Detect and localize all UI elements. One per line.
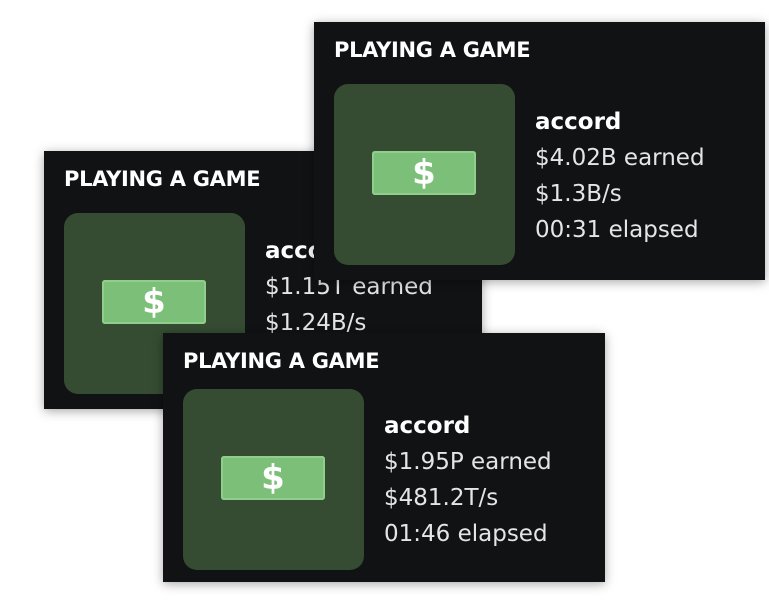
rate-text: $481.2T/s	[384, 485, 499, 511]
activity-details: accord $1.95P earned $481.2T/s 01:46 ela…	[384, 408, 552, 552]
activity-details: accord $4.02B earned $1.3B/s 00:31 elaps…	[535, 104, 705, 248]
dollar-sign: $	[261, 458, 285, 498]
dollar-bill-icon: $	[221, 456, 325, 500]
elapsed-text: 01:46 elapsed	[384, 521, 548, 547]
dollar-bill-icon: $	[372, 151, 476, 195]
earned-text: $1.95P earned	[384, 449, 552, 475]
game-art: $	[183, 389, 364, 570]
dollar-sign: $	[412, 153, 436, 193]
activity-header: PLAYING A GAME	[183, 349, 380, 373]
rate-text: $1.3B/s	[535, 181, 622, 207]
game-name: accord	[384, 413, 471, 439]
activity-cards-stage: PLAYING A GAME $ accord $1.15T earned $1…	[0, 0, 769, 608]
activity-card-front: PLAYING A GAME $ accord $1.95P earned $4…	[163, 333, 605, 582]
activity-header: PLAYING A GAME	[64, 167, 261, 191]
earned-text: $4.02B earned	[535, 145, 705, 171]
dollar-bill-icon: $	[102, 280, 206, 324]
dollar-sign: $	[142, 282, 166, 322]
activity-card-top-right: PLAYING A GAME $ accord $4.02B earned $1…	[314, 22, 765, 280]
activity-header: PLAYING A GAME	[334, 38, 531, 62]
game-art: $	[334, 84, 515, 265]
elapsed-text: 00:31 elapsed	[535, 217, 699, 243]
game-name: accord	[535, 109, 622, 135]
